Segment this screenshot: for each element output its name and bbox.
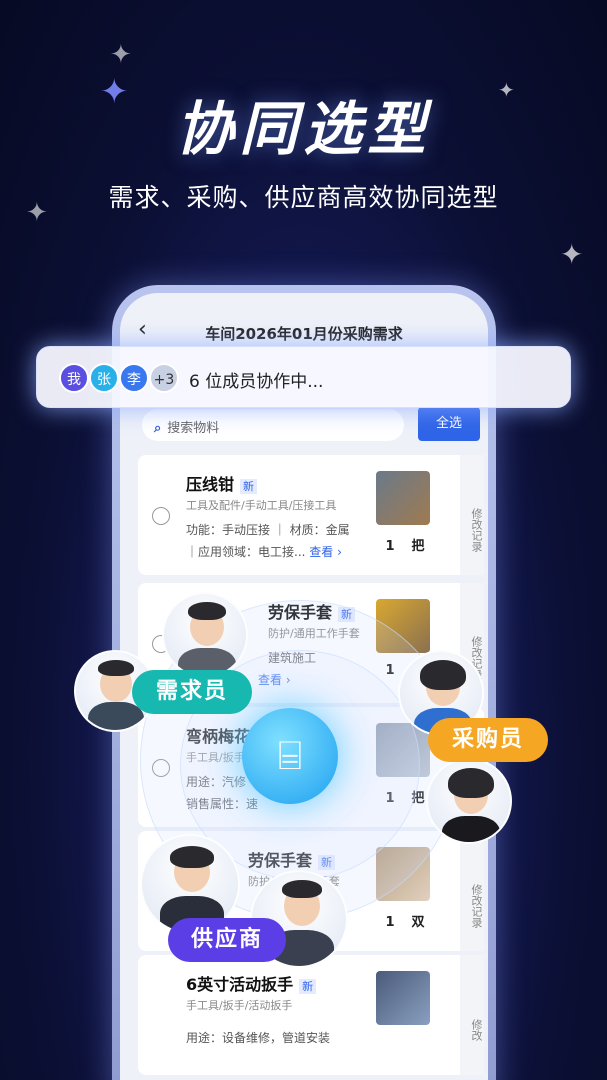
collaboration-hub: ⌸: [242, 708, 338, 804]
search-icon: ⌕: [154, 421, 162, 436]
nav-title: 车间2026年01月份采购需求: [205, 325, 403, 343]
supplier-role-label: 供应商: [168, 918, 286, 962]
search-input[interactable]: ⌕ 搜索物料: [142, 409, 404, 441]
avatar-more: +3: [149, 363, 179, 393]
demand-person-avatar: [162, 592, 248, 678]
new-badge: 新: [299, 979, 317, 994]
page-subtitle: 需求、采购、供应商高效协同选型: [108, 183, 499, 212]
star-icon: ✦: [560, 238, 584, 271]
edit-history-button[interactable]: 修改记录: [460, 831, 484, 951]
avatar: 我: [59, 363, 89, 393]
list-item[interactable]: 6英寸活动扳手新 手工具/扳手/活动扳手 用途：设备维修，管道安装 修改: [138, 955, 484, 1075]
item-attributes-2: ｜应用领域：电工接... 查看 ›: [186, 545, 342, 559]
new-badge: 新: [240, 479, 258, 494]
item-image: [376, 971, 430, 1025]
select-all-button[interactable]: 全选: [418, 407, 480, 441]
page: ✦ ✦ ✦ ✦ ✦ 协同选型 需求、采购、供应商高效协同选型 ‹ 车间2026年…: [0, 0, 607, 1080]
item-title: 压线钳新: [186, 471, 258, 495]
item-category: 工具及配件/手动工具/压接工具: [186, 499, 337, 512]
list-item[interactable]: 压线钳新 工具及配件/手动工具/压接工具 功能：手动压接 ｜ 材质：金属 ｜应用…: [138, 455, 484, 575]
edit-history-button[interactable]: 修改记录: [460, 455, 484, 575]
item-attributes: 用途：设备维修，管道安装: [186, 1031, 331, 1045]
avatar: 张: [89, 363, 119, 393]
demand-role-label: 需求员: [132, 670, 252, 714]
nav-bar: ‹ 车间2026年01月份采购需求: [120, 317, 488, 347]
item-attributes: 功能：手动压接 ｜ 材质：金属: [186, 523, 350, 537]
item-quantity[interactable]: 1把: [376, 535, 436, 554]
page-title: 协同选型: [175, 95, 432, 163]
purchase-role-label: 采购员: [428, 718, 548, 762]
edit-history-button[interactable]: 修改: [460, 955, 484, 1075]
star-icon: ✦: [110, 40, 132, 70]
view-link[interactable]: 查看 ›: [309, 545, 342, 559]
item-quantity[interactable]: 1双: [376, 911, 436, 930]
team-icon: ⌸: [278, 733, 302, 779]
item-image: [376, 471, 430, 525]
collaboration-banner: 我 张 李 +3 6 位成员协作中...: [36, 346, 571, 408]
collaboration-status: 6 位成员协作中...: [189, 372, 324, 392]
item-title: 6英寸活动扳手新: [186, 971, 317, 995]
search-placeholder: 搜索物料: [167, 421, 220, 436]
item-checkbox[interactable]: [152, 507, 170, 525]
purchase-person-avatar-2: [426, 758, 512, 844]
avatar: 李: [119, 363, 149, 393]
item-category: 手工具/扳手/活动扳手: [186, 999, 293, 1012]
